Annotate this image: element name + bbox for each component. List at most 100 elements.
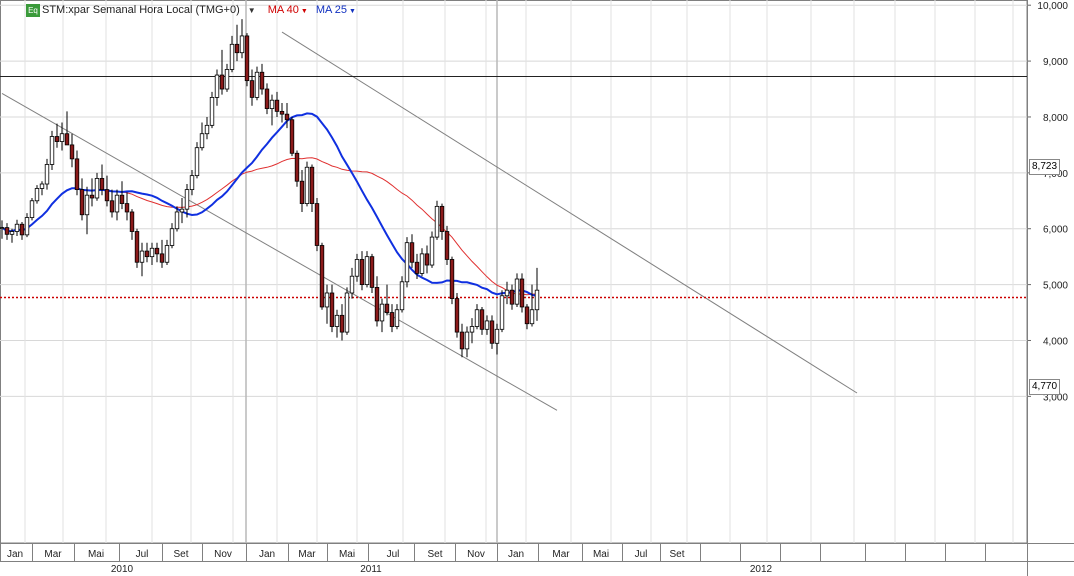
candle-body	[124, 203, 130, 213]
candle-body	[114, 194, 120, 213]
candle-body	[79, 189, 85, 216]
candle-body	[169, 228, 175, 246]
x-tick-label-month: Jul	[635, 549, 648, 560]
candle-body	[344, 292, 350, 333]
candle-body	[389, 312, 395, 327]
candle-body	[334, 314, 340, 327]
ma40-dropdown-icon[interactable]: ▼	[301, 8, 308, 15]
ma25-dropdown-icon[interactable]: ▼	[349, 8, 356, 15]
candle-body	[214, 74, 220, 98]
chart-title[interactable]: STM:xpar Semanal Hora Local (TMG+0)	[42, 4, 240, 16]
candle	[364, 251, 370, 288]
title-dropdown-icon[interactable]: ▼	[248, 6, 256, 15]
candle-body	[4, 227, 10, 235]
candle	[209, 91, 215, 129]
candle-body	[254, 71, 260, 98]
candle-body	[289, 119, 295, 154]
y-tick-label: 4,000	[1043, 336, 1068, 347]
y-tick-label: 8,000	[1043, 113, 1068, 124]
last-price-badge: 4,770	[1029, 379, 1061, 395]
candle-body	[9, 231, 15, 235]
x-tick-label-year: 2012	[750, 564, 773, 575]
candle-body	[89, 194, 95, 199]
ma40-indicator-label[interactable]: MA 40 ▼	[268, 4, 308, 16]
x-tick-label-month: Mai	[593, 549, 609, 560]
candle-body	[189, 175, 195, 191]
ma25-indicator-label[interactable]: MA 25 ▼	[316, 4, 356, 16]
candle-body	[504, 289, 510, 297]
x-tick-label-year: 2010	[111, 564, 134, 575]
price-chart[interactable]: 3,0004,0005,0006,0007,0008,0009,00010,00…	[0, 0, 1074, 576]
candle-body	[184, 189, 190, 210]
candle-body	[54, 136, 60, 142]
candle-body	[249, 80, 255, 98]
candle-body	[519, 278, 525, 308]
candle	[289, 116, 295, 157]
candle-body	[424, 253, 430, 266]
candle-body	[164, 245, 170, 263]
candle-body	[209, 97, 215, 126]
candle-body	[509, 289, 515, 305]
candle-body	[429, 236, 435, 266]
candle-body	[339, 314, 345, 333]
x-tick-label-month: Nov	[214, 549, 232, 560]
candle-body	[239, 35, 245, 54]
candle-body	[219, 74, 225, 90]
x-tick-label-month: Set	[173, 549, 188, 560]
x-tick-label-month: Jan	[259, 549, 275, 560]
candle	[519, 273, 525, 313]
candle-body	[449, 259, 455, 299]
candle-body	[454, 298, 460, 333]
candle-body	[349, 275, 355, 294]
candle-body	[359, 259, 365, 286]
x-tick-label-month: Mar	[44, 549, 62, 560]
candle-body	[404, 242, 410, 283]
candle-body	[139, 250, 145, 263]
candle-body	[394, 309, 400, 327]
candle-body	[294, 152, 300, 182]
plot-area	[0, 0, 1028, 544]
x-tick-label-month: Mai	[339, 549, 355, 560]
y-tick-label: 5,000	[1043, 281, 1068, 292]
candle-body	[464, 331, 470, 350]
candle-body	[434, 205, 440, 238]
candle-body	[469, 326, 475, 333]
candle-body	[94, 178, 100, 199]
candle-body	[29, 200, 35, 218]
candle	[319, 242, 325, 310]
candle-body	[69, 144, 75, 160]
candle	[134, 228, 140, 268]
candle-body	[409, 242, 415, 263]
x-tick-label-month: Set	[427, 549, 442, 560]
x-tick-label-year: 2011	[360, 564, 382, 575]
candle	[444, 225, 450, 266]
candle-body	[284, 113, 290, 121]
x-tick-label-month: Jan	[508, 549, 524, 560]
candle-body	[144, 250, 150, 258]
candle	[369, 253, 375, 293]
candle	[399, 276, 405, 313]
chart-window: 3,0004,0005,0006,0007,0008,0009,00010,00…	[0, 0, 1074, 576]
candle-body	[19, 223, 25, 236]
candle	[194, 142, 200, 179]
candle	[499, 290, 505, 333]
candle-body	[534, 289, 540, 311]
candle-body	[129, 211, 135, 232]
candle-body	[489, 320, 495, 344]
candle-body	[399, 281, 405, 311]
candle-body	[524, 306, 530, 325]
candle-body	[319, 245, 325, 308]
candle-body	[279, 110, 285, 115]
candle-body	[119, 194, 125, 204]
candle-body	[64, 133, 70, 146]
candle-body	[484, 320, 490, 330]
candle	[454, 292, 460, 338]
candle-body	[154, 247, 160, 255]
candle-body	[109, 200, 115, 213]
level-badge-upper: 8,723	[1029, 159, 1061, 175]
candle	[244, 33, 250, 87]
x-tick-label-month: Jul	[387, 549, 400, 560]
candle-body	[179, 208, 185, 213]
y-tick-label: 9,000	[1043, 57, 1068, 68]
equity-icon[interactable]: Eq	[26, 3, 40, 17]
